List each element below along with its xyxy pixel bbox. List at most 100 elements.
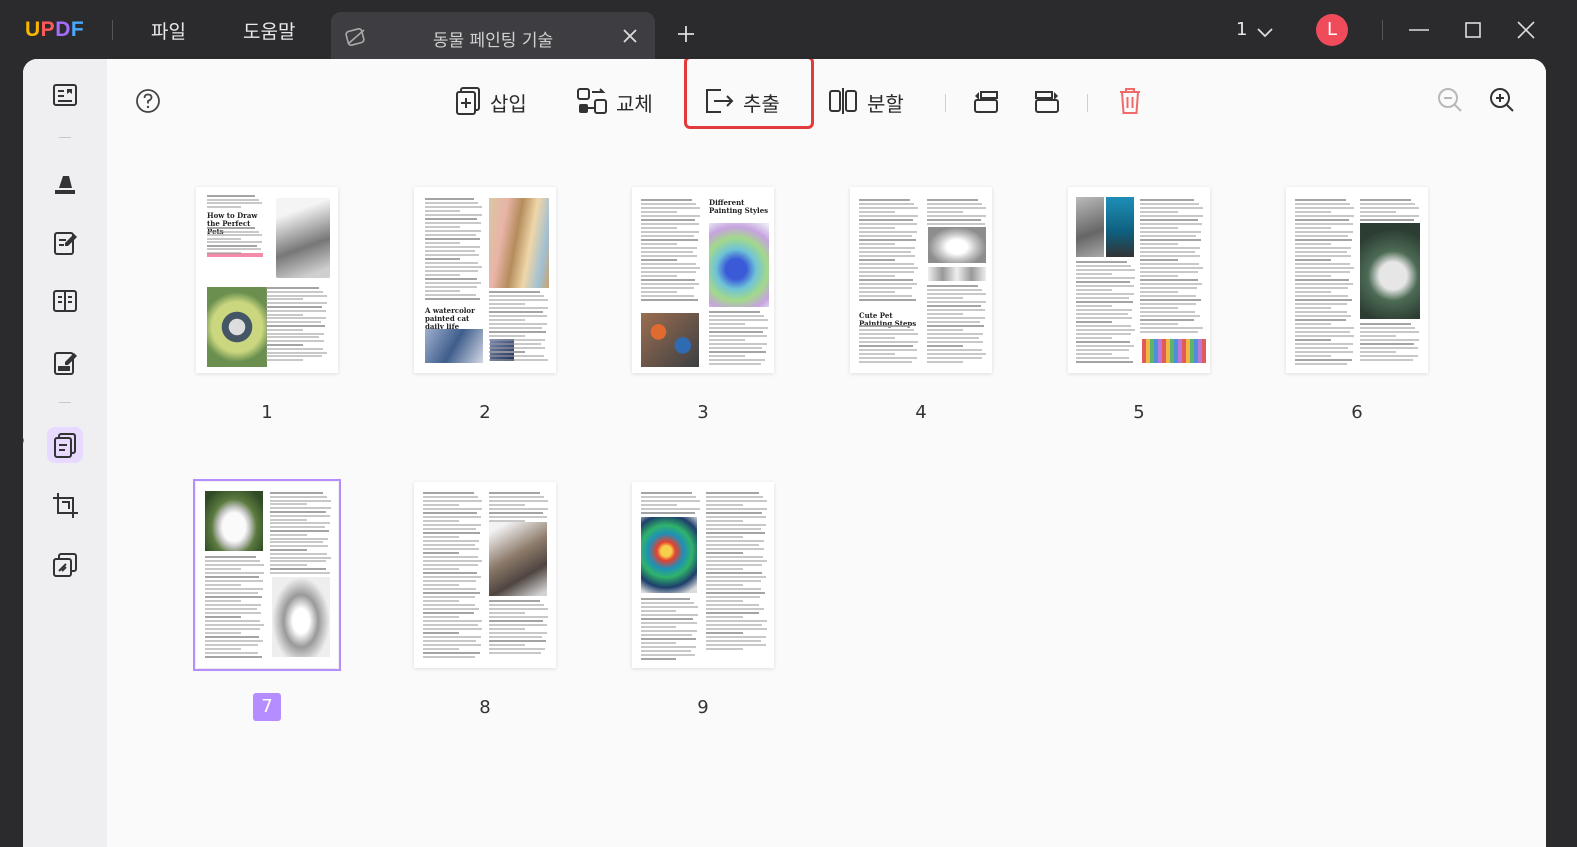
new-tab-icon[interactable]	[674, 22, 698, 46]
text-line	[270, 530, 329, 532]
close-window-icon[interactable]	[1516, 20, 1536, 40]
text-line	[706, 564, 762, 566]
page-thumbnail-3[interactable]: Different Painting Styles	[632, 187, 774, 373]
text-line	[489, 335, 525, 337]
zoom-in-icon[interactable]	[1488, 86, 1516, 114]
sidebar-fill-sign-button[interactable]	[47, 345, 83, 381]
menu-help[interactable]: 도움말	[243, 17, 295, 44]
rotate-left-button[interactable]	[971, 83, 1001, 119]
text-line	[270, 507, 331, 510]
minimize-icon[interactable]	[1408, 20, 1429, 40]
help-icon[interactable]	[135, 88, 161, 114]
sidebar-tools-button[interactable]	[47, 547, 83, 583]
text-line	[706, 508, 767, 510]
text-line	[706, 636, 766, 638]
text-line	[266, 313, 303, 316]
text-line	[489, 343, 541, 345]
text-line	[270, 503, 307, 506]
text-line	[270, 552, 327, 555]
text-line	[423, 512, 477, 514]
text-line	[1295, 255, 1351, 257]
sidebar-form-button[interactable]	[47, 283, 83, 319]
text-line	[425, 254, 479, 256]
title-bar: UPDF 파일 도움말 동물 페인팅 기술 1 L	[0, 0, 1577, 62]
replace-button[interactable]: 교체	[576, 83, 658, 119]
text-line	[859, 227, 895, 229]
text-line	[270, 545, 328, 548]
reader-icon	[53, 84, 77, 106]
page-thumbnail-1[interactable]: How to Draw the Perfect Pets	[196, 187, 338, 373]
page-thumbnail-6[interactable]	[1286, 187, 1428, 373]
text-line	[489, 319, 525, 321]
insert-button[interactable]: 삽입	[454, 83, 534, 119]
text-line	[489, 616, 548, 618]
text-line	[1295, 319, 1346, 321]
user-avatar[interactable]: L	[1316, 14, 1348, 46]
text-line	[1360, 355, 1418, 357]
maximize-icon[interactable]	[1463, 20, 1483, 40]
text-line	[706, 544, 759, 546]
text-line	[706, 632, 743, 634]
page-count[interactable]: 1	[1236, 19, 1247, 40]
page-thumbnail-5[interactable]	[1068, 187, 1210, 373]
text-line	[270, 568, 326, 570]
chevron-down-icon[interactable]	[1256, 24, 1274, 43]
text-line	[423, 632, 459, 634]
text-line	[425, 238, 480, 240]
sidebar-edit-button[interactable]	[47, 225, 83, 261]
sidebar-comment-button[interactable]	[47, 165, 83, 201]
text-line	[1360, 359, 1413, 361]
page-thumbnail-8[interactable]	[414, 482, 556, 668]
page-heading: A watercolor painted cat daily life	[425, 306, 475, 331]
text-line	[1360, 343, 1414, 345]
updf-logo[interactable]: UPDF	[25, 18, 84, 42]
paint-palette-image	[641, 313, 699, 367]
highlight-mark	[207, 253, 263, 257]
text-line	[709, 335, 767, 337]
split-label: 분할	[867, 92, 904, 116]
close-tab-icon[interactable]	[619, 25, 641, 47]
text-line	[859, 357, 917, 359]
text-line	[1295, 263, 1350, 265]
text-line	[423, 568, 459, 570]
page-thumbnail-2[interactable]: A watercolor painted cat daily life	[414, 187, 556, 373]
sidebar-reader-button[interactable]	[47, 77, 83, 113]
document-tab[interactable]: 동물 페인팅 기술	[331, 12, 655, 62]
sidebar-crop-button[interactable]	[47, 487, 83, 523]
text-line	[270, 549, 307, 551]
text-line	[489, 620, 543, 622]
text-line	[859, 341, 918, 343]
text-line	[706, 624, 762, 626]
split-button[interactable]: 분할	[827, 83, 917, 119]
text-line	[489, 347, 545, 349]
page-thumbnail-7[interactable]	[193, 479, 341, 671]
page-thumbnail-9[interactable]	[632, 482, 774, 668]
zoom-out-icon[interactable]	[1436, 86, 1464, 114]
text-line	[1295, 199, 1346, 201]
page-number-2: 2	[479, 402, 491, 423]
text-line	[1295, 299, 1352, 301]
text-line	[641, 243, 677, 245]
active-indicator	[23, 437, 24, 444]
text-line	[641, 239, 698, 241]
text-line	[1140, 251, 1195, 253]
text-line	[205, 576, 259, 578]
text-line	[423, 560, 482, 562]
delete-button[interactable]	[1117, 83, 1143, 119]
text-line	[1076, 361, 1133, 363]
text-line	[205, 556, 256, 558]
text-line	[270, 514, 330, 517]
extract-button[interactable]: 추출	[703, 83, 793, 119]
text-line	[859, 279, 913, 281]
text-line	[927, 345, 963, 347]
text-line	[859, 219, 913, 221]
rotate-right-button[interactable]	[1032, 83, 1062, 119]
text-line	[1076, 285, 1134, 287]
page-thumbnail-4[interactable]: Cute Pet Painting Steps	[850, 187, 992, 373]
sidebar-organize-pages-button[interactable]	[47, 427, 83, 463]
text-line	[423, 620, 482, 622]
text-line	[1295, 351, 1353, 353]
menu-file[interactable]: 파일	[151, 17, 186, 44]
text-line	[859, 345, 913, 347]
text-line	[205, 568, 241, 570]
